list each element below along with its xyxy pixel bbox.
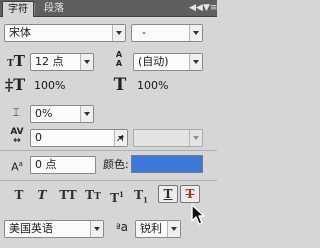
chevron-down-icon[interactable] xyxy=(167,221,180,237)
tsume-icon: ⌶ xyxy=(12,106,20,119)
vertical-scale-value: 100% xyxy=(34,79,66,92)
font-family-value: 宋体 xyxy=(9,26,31,39)
font-size-dropdown[interactable]: 12 点 xyxy=(30,53,94,71)
underline-button[interactable]: T xyxy=(158,185,178,203)
panel-tab-bar: 字符 段落 ◀◀ ▼≡ xyxy=(0,0,217,17)
leading-value: (自动) xyxy=(138,55,169,68)
section-divider xyxy=(0,180,217,181)
baseline-shift-icon: Aa xyxy=(11,160,23,174)
color-swatch[interactable] xyxy=(131,155,203,173)
chevron-down-icon[interactable] xyxy=(90,221,103,237)
leading-icon: AA xyxy=(115,50,123,68)
strikethrough-button[interactable]: T xyxy=(180,185,200,203)
tab-separator xyxy=(34,3,35,15)
antialias-icon: ªa xyxy=(115,220,129,234)
collapse-panel-icon[interactable]: ◀◀ xyxy=(189,2,203,15)
vertical-scale-input[interactable]: 100% xyxy=(30,78,94,96)
antialias-dropdown[interactable]: 锐利 xyxy=(135,220,181,238)
all-caps-button[interactable]: TT xyxy=(57,186,79,204)
kerning-dropdown[interactable] xyxy=(133,129,203,147)
kerning-icon: ⩘ xyxy=(116,130,124,144)
antialias-value: 锐利 xyxy=(140,222,162,235)
horizontal-scale-value: 100% xyxy=(137,79,169,92)
leading-dropdown[interactable]: (自动) xyxy=(133,53,203,71)
font-size-value: 12 点 xyxy=(35,55,64,68)
tsume-value: 0% xyxy=(35,107,53,120)
language-dropdown[interactable]: 美国英语 xyxy=(4,220,104,238)
baseline-shift-input[interactable]: 0 点 xyxy=(30,156,96,174)
tsume-dropdown[interactable]: 0% xyxy=(30,105,94,123)
section-divider xyxy=(0,150,217,151)
font-style-value: - xyxy=(142,26,146,39)
tracking-value: 0 xyxy=(35,131,42,144)
subscript-button[interactable]: T1 xyxy=(131,186,151,204)
horizontal-scale-input[interactable]: 100% xyxy=(133,78,203,96)
chevron-down-icon[interactable] xyxy=(189,25,202,41)
chevron-down-icon[interactable] xyxy=(80,54,93,70)
superscript-button[interactable]: T1 xyxy=(107,186,127,205)
faux-italic-button[interactable]: T xyxy=(33,186,51,204)
baseline-shift-value: 0 点 xyxy=(35,158,57,171)
tab-character[interactable]: 字符 xyxy=(2,1,34,17)
tab-paragraph[interactable]: 段落 xyxy=(38,1,70,17)
language-value: 美国英语 xyxy=(9,222,53,235)
mouse-cursor-icon xyxy=(191,204,205,225)
tracking-icon: AV ↔ xyxy=(10,127,24,146)
chevron-down-icon[interactable] xyxy=(189,54,202,70)
chevron-down-icon[interactable] xyxy=(112,25,125,41)
chevron-down-icon[interactable] xyxy=(80,106,93,122)
color-label: 颜色: xyxy=(103,158,129,171)
vertical-scale-icon: ‡T xyxy=(4,75,26,94)
font-size-icon: TT xyxy=(7,52,25,70)
panel-menu-icon[interactable]: ▼≡ xyxy=(203,2,217,15)
font-style-dropdown[interactable]: - xyxy=(131,24,203,42)
font-family-dropdown[interactable]: 宋体 xyxy=(4,24,126,42)
horizontal-scale-icon: T xyxy=(113,75,127,95)
small-caps-button[interactable]: TT xyxy=(82,186,104,204)
faux-bold-button[interactable]: T xyxy=(10,186,28,204)
chevron-down-icon[interactable] xyxy=(189,130,202,146)
